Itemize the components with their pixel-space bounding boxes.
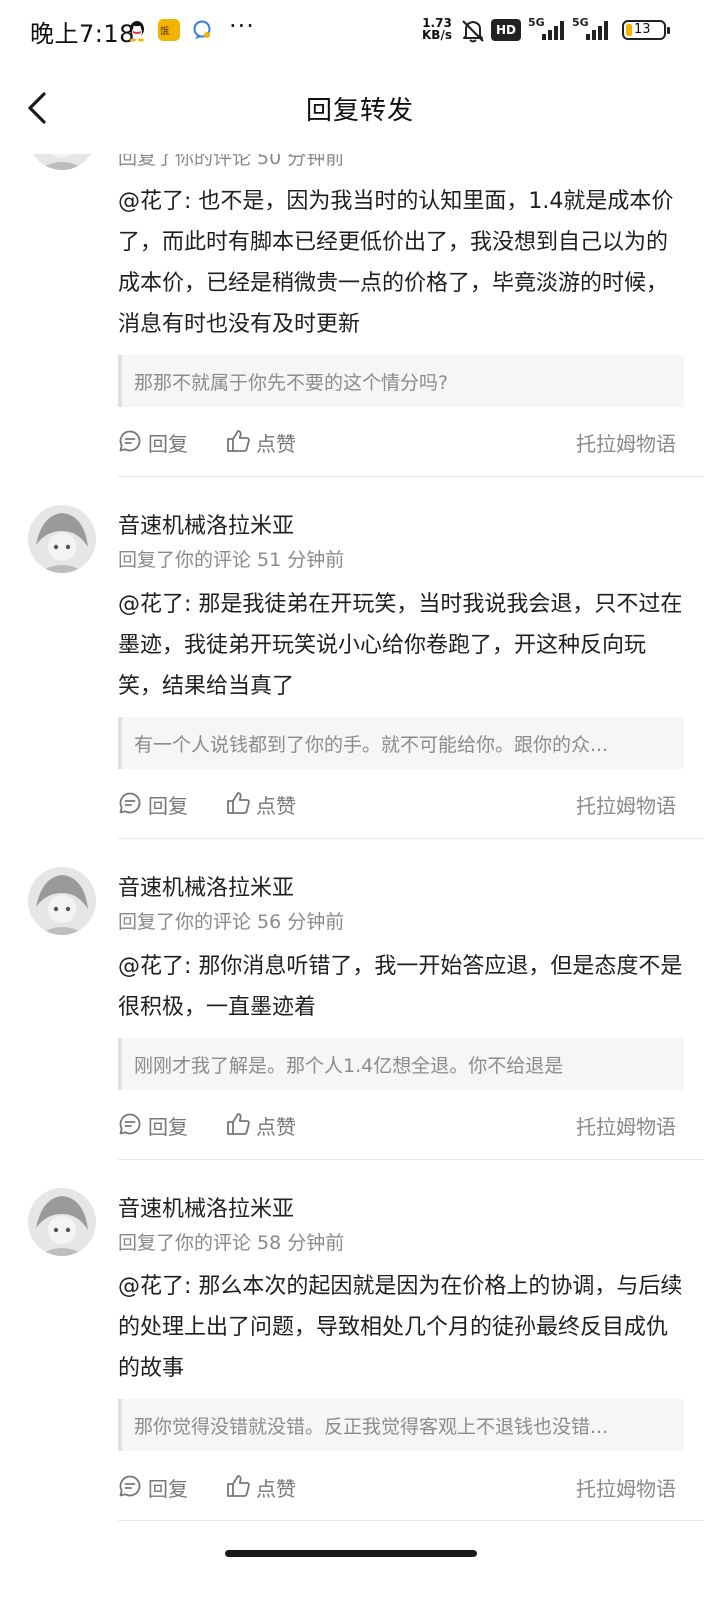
reply-label: 回复 [148, 432, 188, 456]
comment-text: @花了: 那是我徒弟在开玩笑，当时我说我会退，只不过在墨迹，我徒弟开玩笑说小心给… [118, 592, 683, 699]
quoted-text: 刚刚才我了解是。那个人1.4亿想全退。你不给退是 [134, 1055, 564, 1077]
reply-forward-page: 回复了你的评论 50 分钟前 @花了: 也不是，因为我当时的认知里面，1.4就是… [0, 0, 720, 1601]
source-game[interactable]: 托拉姆物语 [576, 790, 676, 819]
qq-penguin-icon [128, 20, 146, 42]
like-button[interactable]: 点赞 [226, 1469, 302, 1503]
reply-button[interactable]: 回复 [118, 424, 194, 458]
like-label: 点赞 [256, 794, 296, 818]
bell-muted-icon [460, 18, 486, 44]
source-game[interactable]: 托拉姆物语 [576, 428, 676, 457]
like-label: 点赞 [256, 1477, 296, 1501]
author-name[interactable]: 音速机械洛拉米亚 [118, 508, 294, 540]
status-bar: 晚上7:18 饿 ··· 1.73 KB/s HD 5G 5G 13 [0, 0, 720, 62]
battery-icon: 13 [622, 20, 670, 40]
avatar[interactable] [28, 505, 96, 573]
like-label: 点赞 [256, 1115, 296, 1139]
quoted-comment[interactable]: 有一个人说钱都到了你的手。就不可能给你。跟你的众... [118, 717, 684, 769]
reply-label: 回复 [148, 794, 188, 818]
thumbs-up-icon [227, 792, 250, 814]
battery-level: 13 [634, 22, 651, 37]
comment-icon [119, 792, 141, 814]
author-name[interactable]: 音速机械洛拉米亚 [118, 1191, 294, 1223]
thumbs-up-icon [227, 1113, 250, 1135]
hd-voice-icon: HD [491, 19, 521, 41]
thumbs-up-icon [227, 1475, 250, 1497]
nav-header: 回复转发 [0, 62, 720, 154]
shopping-app-icon: 饿 [158, 19, 180, 41]
like-label: 点赞 [256, 432, 296, 456]
source-game[interactable]: 托拉姆物语 [576, 1111, 676, 1140]
page-title: 回复转发 [305, 96, 414, 126]
comment-actions: 回复 点赞 托拉姆物语 [118, 786, 684, 820]
quoted-text: 有一个人说钱都到了你的手。就不可能给你。跟你的众... [134, 734, 609, 756]
comment-text: @花了: 也不是，因为我当时的认知里面，1.4就是成本价了，而此时有脚本已经更低… [118, 189, 674, 337]
quoted-comment[interactable]: 那那不就属于你先不要的这个情分吗? [118, 355, 684, 407]
comment-icon [119, 1113, 141, 1135]
like-button[interactable]: 点赞 [226, 1107, 302, 1141]
divider [118, 1520, 704, 1521]
signal-icon: 5G [572, 16, 612, 42]
divider [118, 838, 704, 839]
like-button[interactable]: 点赞 [226, 424, 302, 458]
comment-text: @花了: 那么本次的起因就是因为在价格上的协调，与后续的处理上出了问题，导致相处… [118, 1274, 683, 1381]
comment-icon [119, 430, 141, 452]
reply-button[interactable]: 回复 [118, 1107, 194, 1141]
avatar[interactable] [28, 1188, 96, 1256]
comment-meta: 回复了你的评论 58 分钟前 [118, 1232, 345, 1254]
quoted-comment[interactable]: 刚刚才我了解是。那个人1.4亿想全退。你不给退是 [118, 1038, 684, 1090]
quoted-text: 那你觉得没错就没错。反正我觉得客观上不退钱也没错... [134, 1416, 609, 1438]
signal-icon: 5G [528, 16, 568, 42]
comment-icon [119, 1475, 141, 1497]
reply-label: 回复 [148, 1115, 188, 1139]
comment-actions: 回复 点赞 托拉姆物语 [118, 1107, 684, 1141]
comment-meta: 回复了你的评论 56 分钟前 [118, 911, 345, 933]
reply-button[interactable]: 回复 [118, 786, 194, 820]
reply-button[interactable]: 回复 [118, 1469, 194, 1503]
source-game[interactable]: 托拉姆物语 [576, 1473, 676, 1502]
reply-label: 回复 [148, 1477, 188, 1501]
quoted-text: 那那不就属于你先不要的这个情分吗? [134, 372, 449, 394]
author-name[interactable]: 音速机械洛拉米亚 [118, 870, 294, 902]
comment-meta: 回复了你的评论 51 分钟前 [118, 549, 345, 571]
comment-text: @花了: 那你消息听错了，我一开始答应退，但是态度不是很积极，一直墨迹着 [118, 954, 683, 1020]
avatar[interactable] [28, 867, 96, 935]
status-time: 晚上7:18 [30, 20, 135, 48]
network-speed: 1.73 KB/s [422, 16, 452, 42]
comment-actions: 回复 点赞 托拉姆物语 [118, 1469, 684, 1503]
message-bubble-icon [192, 20, 212, 40]
thumbs-up-icon [227, 430, 250, 452]
home-indicator[interactable] [225, 1550, 477, 1557]
quoted-comment[interactable]: 那你觉得没错就没错。反正我觉得客观上不退钱也没错... [118, 1399, 684, 1451]
more-notifications-icon: ··· [229, 12, 255, 40]
like-button[interactable]: 点赞 [226, 786, 302, 820]
divider [118, 476, 704, 477]
divider [118, 1159, 704, 1160]
comment-actions: 回复 点赞 托拉姆物语 [118, 424, 684, 458]
